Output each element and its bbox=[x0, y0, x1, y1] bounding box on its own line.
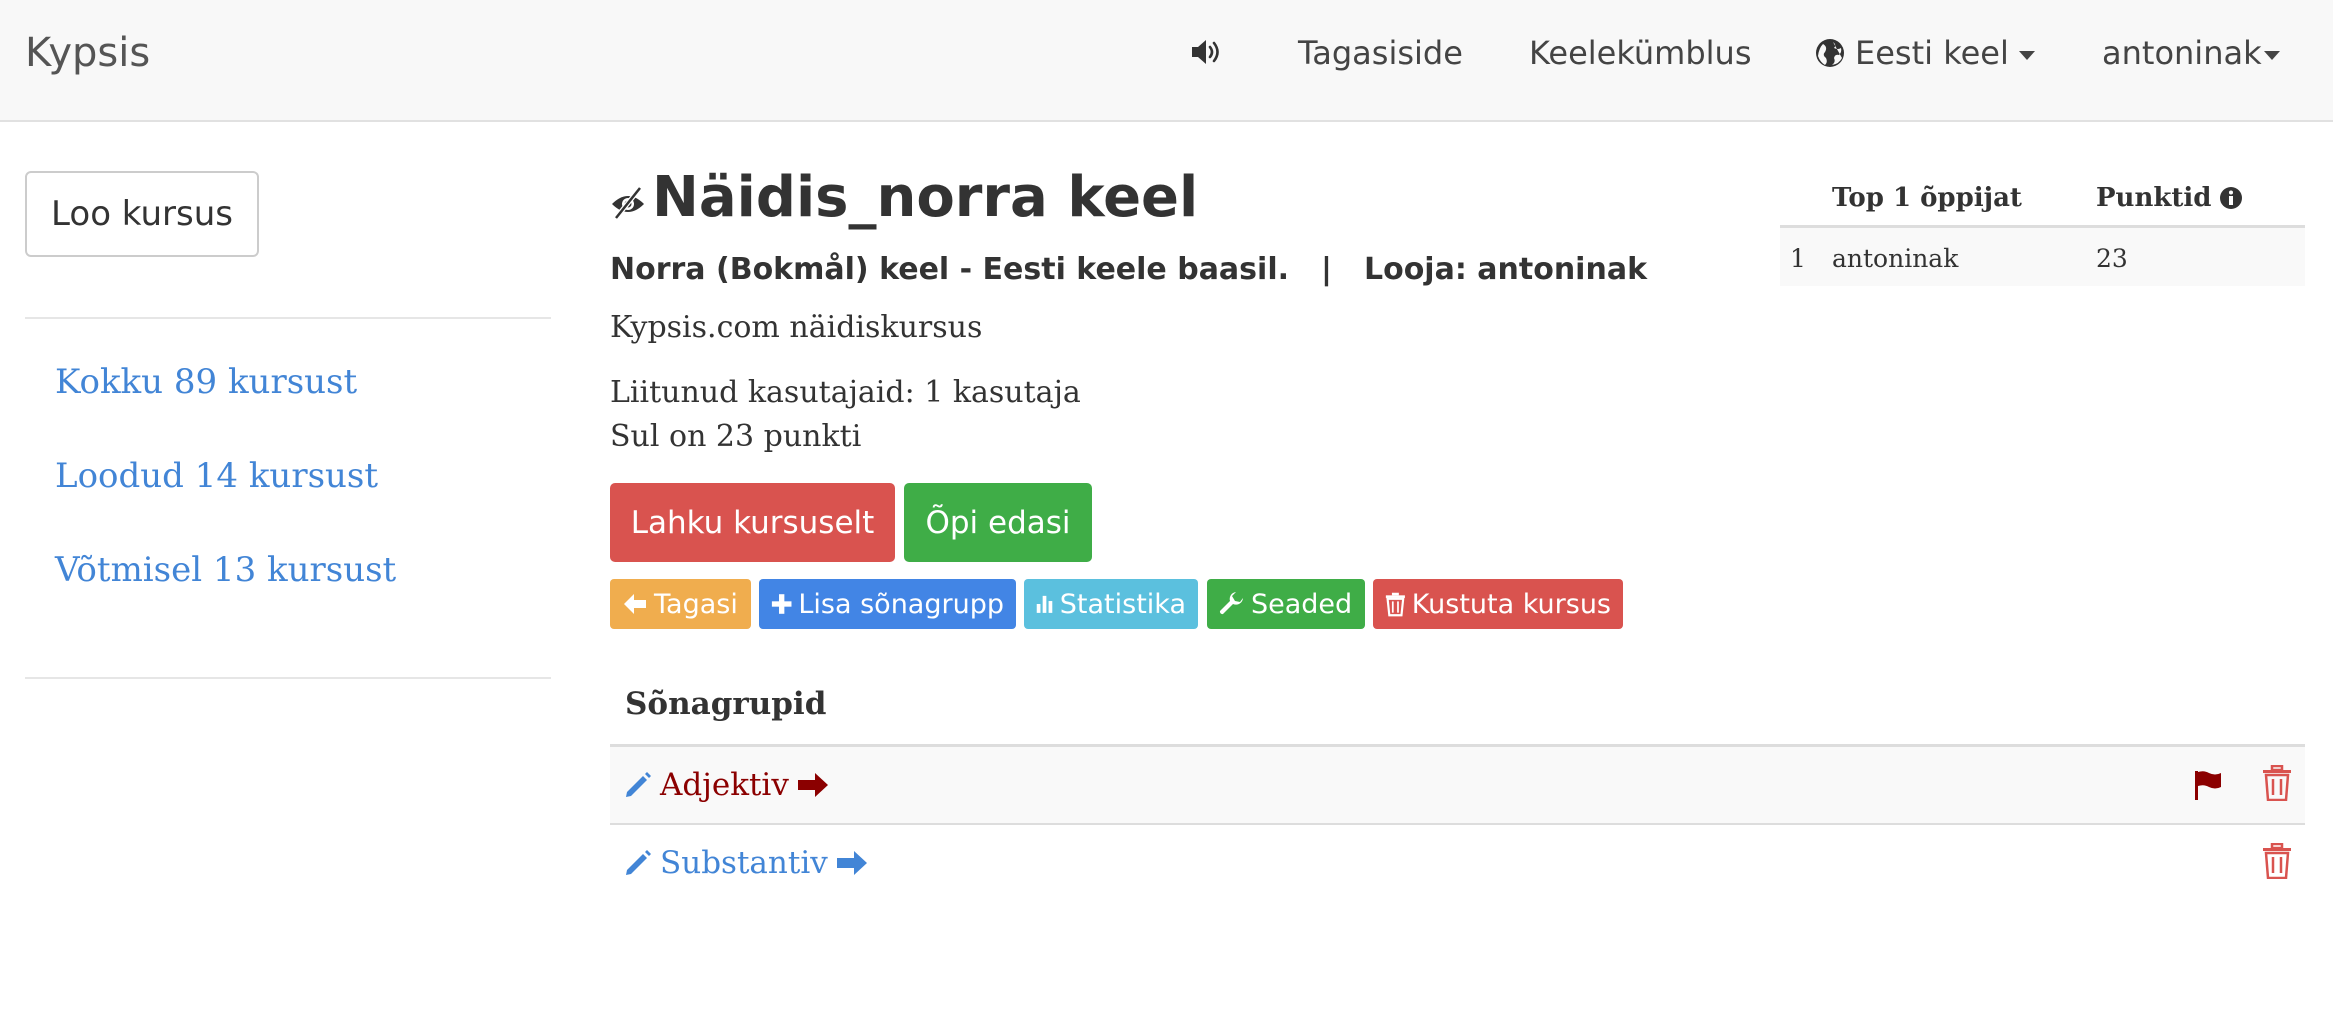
sidebar-link-created[interactable]: Loodud 14 kursust bbox=[55, 456, 378, 496]
table-row: Adjektiv bbox=[610, 747, 2305, 825]
add-word-group-button[interactable]: Lisa sõnagrupp bbox=[759, 579, 1016, 629]
user-points: Sul on 23 punkti bbox=[610, 419, 862, 454]
language-dropdown[interactable]: Eesti keel bbox=[1815, 34, 2035, 72]
speaker-icon[interactable] bbox=[1190, 38, 1224, 66]
info-icon[interactable] bbox=[2219, 186, 2243, 210]
leaderboard-header: Top 1 õppijat Punktid bbox=[1780, 170, 2305, 228]
statistics-button[interactable]: Statistika bbox=[1024, 579, 1198, 629]
globe-icon bbox=[1816, 39, 1844, 67]
leaderboard-table: Top 1 õppijat Punktid 1 antoninak 23 bbox=[1780, 170, 2305, 286]
leaderboard-col-points-label: Punktid bbox=[2096, 183, 2212, 213]
sidebar-divider bbox=[25, 677, 551, 679]
user-dropdown[interactable]: antoninak bbox=[2102, 34, 2280, 72]
nav-immersion[interactable]: Keelekümblus bbox=[1529, 34, 1752, 72]
flag-icon[interactable] bbox=[2193, 769, 2223, 801]
delete-course-button[interactable]: Kustuta kursus bbox=[1373, 579, 1623, 629]
leaderboard-rank: 1 bbox=[1790, 244, 1806, 273]
pencil-icon[interactable] bbox=[624, 849, 652, 877]
brand-logo[interactable]: Kypsis bbox=[25, 30, 150, 76]
arrow-right-icon bbox=[836, 851, 867, 875]
sidebar-link-taking[interactable]: Võtmisel 13 kursust bbox=[55, 550, 396, 590]
pencil-icon[interactable] bbox=[624, 771, 652, 799]
caret-down-icon bbox=[2263, 50, 2280, 60]
leaderboard-row: 1 antoninak 23 bbox=[1780, 228, 2305, 286]
trash-icon bbox=[1385, 592, 1405, 617]
settings-label: Seaded bbox=[1251, 588, 1353, 620]
course-title-row: Näidis_norra keel bbox=[610, 165, 1198, 230]
leave-course-button[interactable]: Lahku kursuselt bbox=[610, 483, 895, 562]
word-group-link[interactable]: Adjektiv bbox=[624, 767, 829, 803]
leaderboard-col-points: Punktid bbox=[2096, 183, 2243, 213]
nav-feedback[interactable]: Tagasiside bbox=[1298, 34, 1463, 72]
new-course-button[interactable]: Loo kursus bbox=[25, 171, 259, 257]
plus-icon bbox=[771, 594, 792, 614]
trash-icon[interactable] bbox=[2262, 843, 2292, 879]
word-groups-header: Sõnagrupid bbox=[625, 686, 827, 722]
word-group-link[interactable]: Substantiv bbox=[624, 845, 868, 881]
course-creator: Looja: antoninak bbox=[1363, 252, 1648, 287]
caret-down-icon bbox=[2018, 50, 2035, 60]
wrench-icon bbox=[1219, 592, 1243, 615]
sidebar-link-total[interactable]: Kokku 89 kursust bbox=[55, 362, 357, 402]
leaderboard-col-learner: Top 1 õppijat bbox=[1832, 183, 2022, 213]
eye-slash-icon bbox=[612, 185, 644, 220]
sidebar-divider bbox=[25, 317, 551, 319]
continue-learning-button[interactable]: Õpi edasi bbox=[904, 483, 1092, 562]
word-group-name: Substantiv bbox=[660, 845, 828, 881]
subtitle-separator: | bbox=[1321, 252, 1332, 287]
add-word-group-label: Lisa sõnagrupp bbox=[798, 588, 1004, 620]
course-language: Norra (Bokmål) keel - Eesti keele baasil… bbox=[610, 252, 1289, 287]
navbar: Kypsis Tagasiside Keelekümblus Eesti kee… bbox=[0, 0, 2333, 122]
course-description: Kypsis.com näidiskursus bbox=[610, 310, 983, 345]
back-button[interactable]: Tagasi bbox=[610, 579, 751, 629]
bar-chart-icon bbox=[1036, 595, 1053, 613]
course-title: Näidis_norra keel bbox=[652, 165, 1199, 230]
joined-users: Liitunud kasutajaid: 1 kasutaja bbox=[610, 375, 1081, 410]
leaderboard-points: 23 bbox=[2096, 244, 2128, 273]
table-row: Substantiv bbox=[610, 825, 2305, 903]
trash-icon[interactable] bbox=[2262, 765, 2292, 801]
leaderboard-name: antoninak bbox=[1832, 244, 1959, 273]
course-subtitle: Norra (Bokmål) keel - Eesti keele baasil… bbox=[610, 252, 1647, 287]
user-label: antoninak bbox=[2102, 34, 2262, 72]
statistics-label: Statistika bbox=[1059, 588, 1186, 620]
arrow-right-icon bbox=[797, 773, 828, 797]
arrow-left-icon bbox=[624, 594, 646, 614]
language-label: Eesti keel bbox=[1855, 34, 2009, 72]
delete-course-label: Kustuta kursus bbox=[1411, 588, 1611, 620]
back-label: Tagasi bbox=[654, 588, 738, 620]
settings-button[interactable]: Seaded bbox=[1207, 579, 1365, 629]
word-group-name: Adjektiv bbox=[660, 767, 789, 803]
